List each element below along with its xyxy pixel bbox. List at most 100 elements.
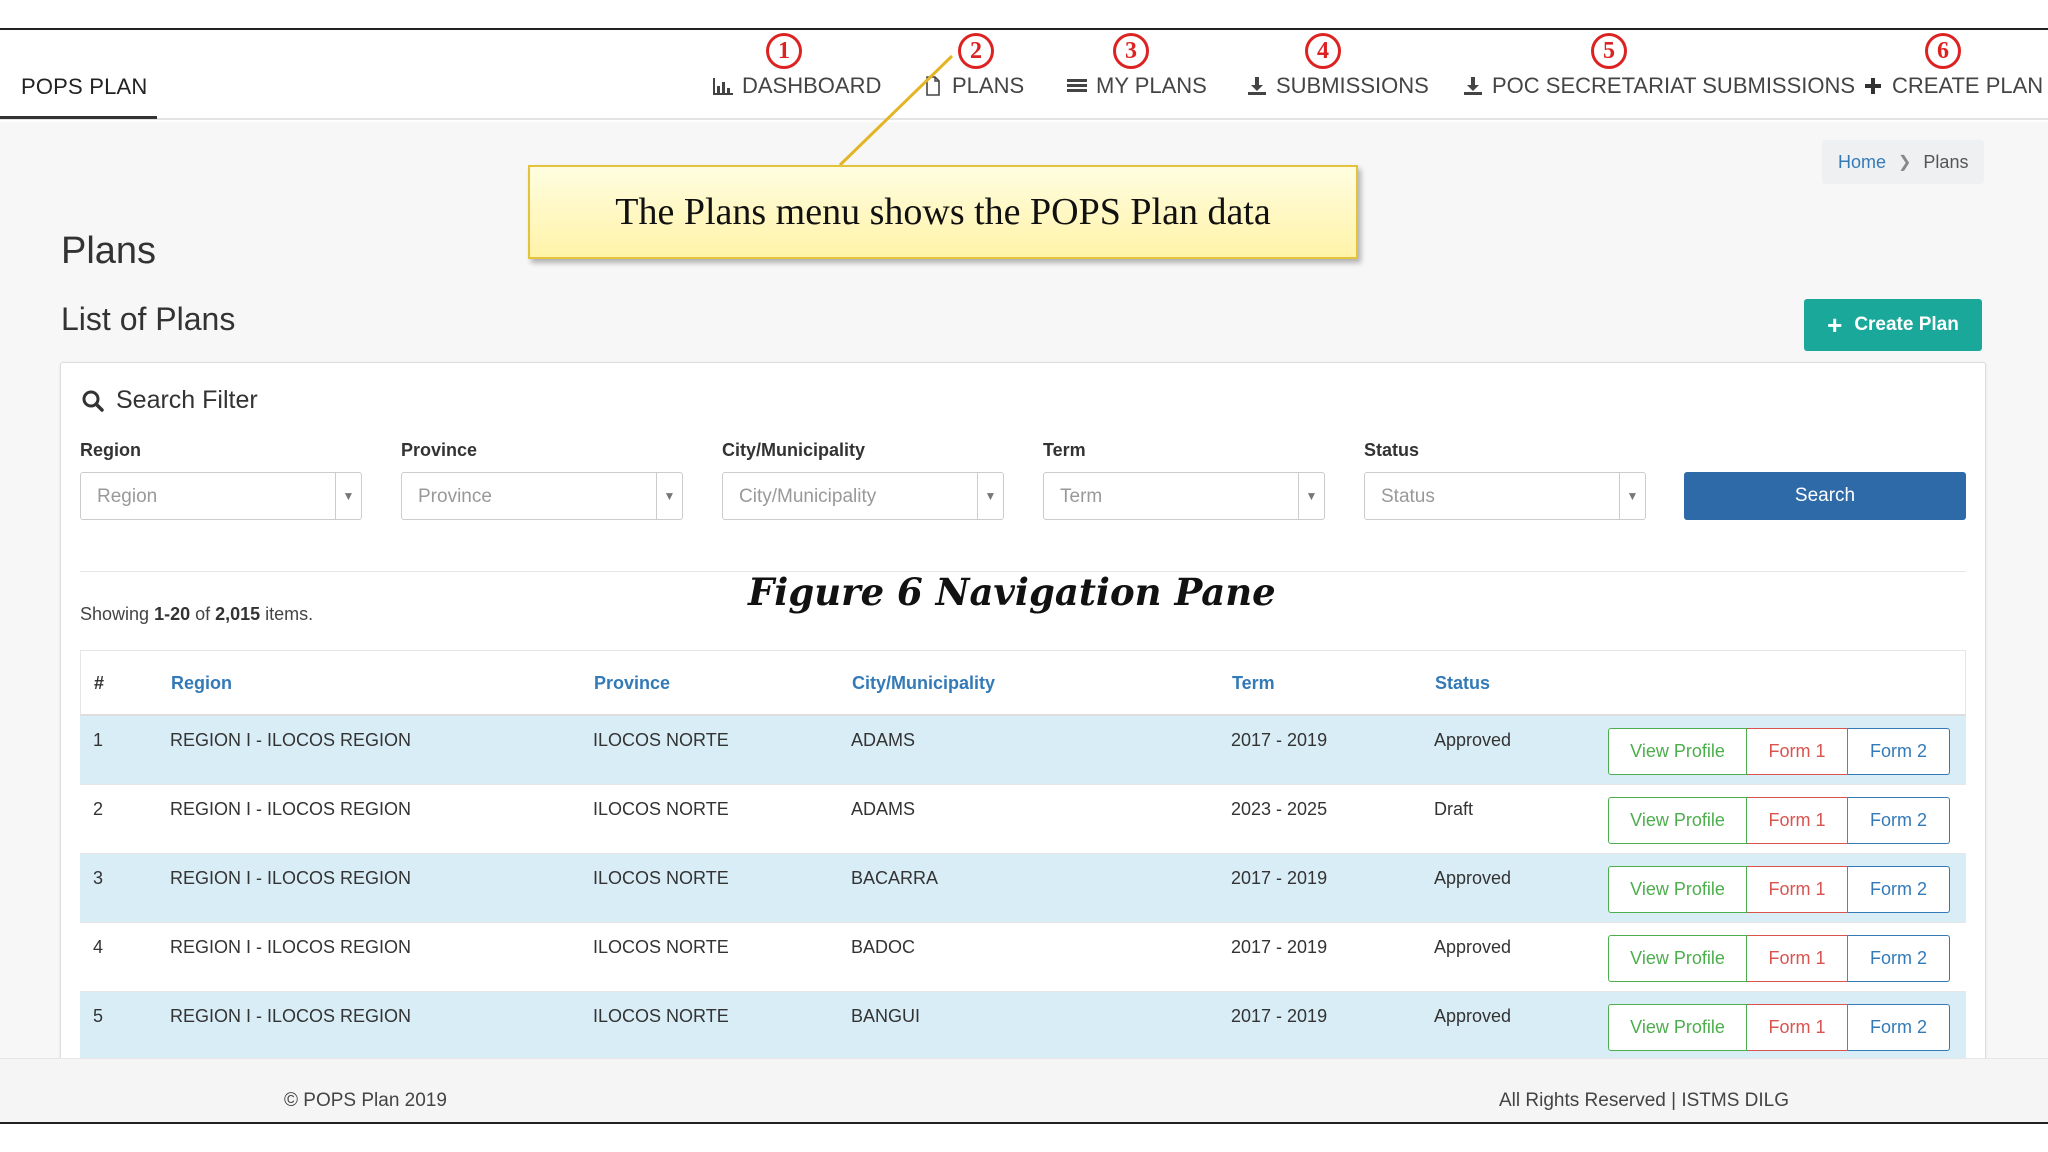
summary-prefix: Showing xyxy=(80,604,155,624)
form1-button[interactable]: Form 1 xyxy=(1747,935,1848,982)
province-select-placeholder: Province xyxy=(418,486,492,507)
view-profile-button[interactable]: View Profile xyxy=(1608,797,1747,844)
form2-button[interactable]: Form 2 xyxy=(1848,1004,1950,1051)
nav-poc-label: POC SECRETARIAT SUBMISSIONS xyxy=(1492,73,1856,98)
row-term: 2017 - 2019 xyxy=(1231,730,1328,750)
breadcrumb-home-link[interactable]: Home xyxy=(1838,152,1886,173)
chevron-right-icon: ❯ xyxy=(1898,154,1912,171)
row-number: 5 xyxy=(93,1006,104,1026)
region-select[interactable]: Region ▼ xyxy=(80,472,362,520)
nav-create-plan[interactable]: CREATE PLAN xyxy=(1862,73,2043,99)
row-action-buttons: View Profile Form 1 Form 2 xyxy=(1608,935,1950,982)
caret-down-icon: ▼ xyxy=(1619,473,1645,519)
footer-rights: All Rights Reserved | ISTMS DILG xyxy=(1499,1090,1790,1111)
nav-dashboard[interactable]: DASHBOARD xyxy=(712,73,881,99)
annotation-number-6: 6 xyxy=(1925,33,1961,69)
row-status: Approved xyxy=(1434,1006,1512,1026)
row-action-buttons: View Profile Form 1 Form 2 xyxy=(1608,1004,1950,1051)
brand-logo-text[interactable]: POPS PLAN xyxy=(21,74,148,100)
download-icon xyxy=(1464,77,1482,95)
row-region: REGION I - ILOCOS REGION xyxy=(170,799,412,819)
table-row: 2 REGION I - ILOCOS REGION ILOCOS NORTE … xyxy=(80,785,1966,854)
brand-active-underline xyxy=(0,116,157,119)
table-row: 5 REGION I - ILOCOS REGION ILOCOS NORTE … xyxy=(80,992,1966,1061)
term-filter-label: Term xyxy=(1043,440,1086,460)
form2-button[interactable]: Form 2 xyxy=(1848,935,1950,982)
annotation-callout: The Plans menu shows the POPS Plan data xyxy=(528,165,1358,259)
row-action-buttons: View Profile Form 1 Form 2 xyxy=(1608,797,1950,844)
column-header-province[interactable]: Province xyxy=(594,673,670,694)
search-button[interactable]: Search xyxy=(1684,472,1966,520)
row-city: ADAMS xyxy=(851,730,916,750)
column-header-term[interactable]: Term xyxy=(1232,673,1275,694)
row-city: BACARRA xyxy=(851,868,939,888)
annotation-number-2: 2 xyxy=(958,33,994,69)
search-filter-heading: Search Filter xyxy=(82,386,258,415)
summary-middle: of xyxy=(190,604,216,624)
row-number: 2 xyxy=(93,799,104,819)
summary-suffix: items. xyxy=(260,604,314,624)
row-region: REGION I - ILOCOS REGION xyxy=(170,937,412,957)
caret-down-icon: ▼ xyxy=(335,473,361,519)
footer-copyright: © POPS Plan 2019 xyxy=(284,1090,447,1111)
list-title: List of Plans xyxy=(61,301,236,337)
create-plan-button[interactable]: + Create Plan xyxy=(1804,299,1982,351)
row-province: ILOCOS NORTE xyxy=(593,868,729,888)
form2-button[interactable]: Form 2 xyxy=(1848,728,1950,775)
row-action-buttons: View Profile Form 1 Form 2 xyxy=(1608,728,1950,775)
view-profile-button[interactable]: View Profile xyxy=(1608,866,1747,913)
column-header-status[interactable]: Status xyxy=(1435,673,1490,694)
row-city: ADAMS xyxy=(851,799,916,819)
row-province: ILOCOS NORTE xyxy=(593,799,729,819)
city-select-placeholder: City/Municipality xyxy=(739,486,877,507)
column-header-city[interactable]: City/Municipality xyxy=(852,673,995,694)
nav-submissions-label: SUBMISSIONS xyxy=(1276,73,1429,98)
table-header: # Region Province City/Municipality Term… xyxy=(80,650,1966,716)
annotation-number-4: 4 xyxy=(1305,33,1341,69)
term-select[interactable]: Term ▼ xyxy=(1043,472,1325,520)
status-select[interactable]: Status ▼ xyxy=(1364,472,1646,520)
top-navbar: POPS PLAN DASHBOARD PLANS MY PLANS SUBMI… xyxy=(0,30,2048,120)
row-number: 3 xyxy=(93,868,104,888)
plus-icon xyxy=(1865,78,1881,94)
create-plan-button-label: Create Plan xyxy=(1854,314,1959,335)
form1-button[interactable]: Form 1 xyxy=(1747,1004,1848,1051)
form2-button[interactable]: Form 2 xyxy=(1848,797,1950,844)
list-icon xyxy=(1067,79,1087,92)
nav-plans-label: PLANS xyxy=(952,73,1025,98)
row-region: REGION I - ILOCOS REGION xyxy=(170,868,412,888)
form1-button[interactable]: Form 1 xyxy=(1747,797,1848,844)
figure-caption: Figure 6 Navigation Pane xyxy=(748,570,1276,614)
view-profile-button[interactable]: View Profile xyxy=(1608,1004,1747,1051)
province-select[interactable]: Province ▼ xyxy=(401,472,683,520)
nav-plans[interactable]: PLANS xyxy=(922,73,1024,99)
form1-button[interactable]: Form 1 xyxy=(1747,728,1848,775)
row-city: BANGUI xyxy=(851,1006,921,1026)
form2-button[interactable]: Form 2 xyxy=(1848,866,1950,913)
row-status: Draft xyxy=(1434,799,1474,819)
nav-poc-secretariat-submissions[interactable]: POC SECRETARIAT SUBMISSIONS xyxy=(1462,73,1855,99)
breadcrumb: Home ❯ Plans xyxy=(1822,140,1985,184)
nav-dashboard-label: DASHBOARD xyxy=(742,73,882,98)
term-select-placeholder: Term xyxy=(1060,486,1103,507)
row-term: 2017 - 2019 xyxy=(1231,937,1328,957)
nav-submissions[interactable]: SUBMISSIONS xyxy=(1246,73,1429,99)
view-profile-button[interactable]: View Profile xyxy=(1608,935,1747,982)
nav-my-plans[interactable]: MY PLANS xyxy=(1066,73,1207,99)
view-profile-button[interactable]: View Profile xyxy=(1608,728,1747,775)
row-status: Approved xyxy=(1434,937,1512,957)
table-row: 4 REGION I - ILOCOS REGION ILOCOS NORTE … xyxy=(80,923,1966,992)
status-select-placeholder: Status xyxy=(1381,486,1435,507)
city-select[interactable]: City/Municipality ▼ xyxy=(722,472,1004,520)
document-icon xyxy=(926,76,940,96)
row-number: 1 xyxy=(93,730,104,750)
column-header-region[interactable]: Region xyxy=(171,673,232,694)
annotation-number-1: 1 xyxy=(766,33,802,69)
download-icon xyxy=(1248,77,1266,95)
page-title: Plans xyxy=(61,230,157,272)
form1-button[interactable]: Form 1 xyxy=(1747,866,1848,913)
row-term: 2023 - 2025 xyxy=(1231,799,1328,819)
column-header-number: # xyxy=(94,673,105,693)
row-province: ILOCOS NORTE xyxy=(593,1006,729,1026)
breadcrumb-current: Plans xyxy=(1923,151,1969,172)
